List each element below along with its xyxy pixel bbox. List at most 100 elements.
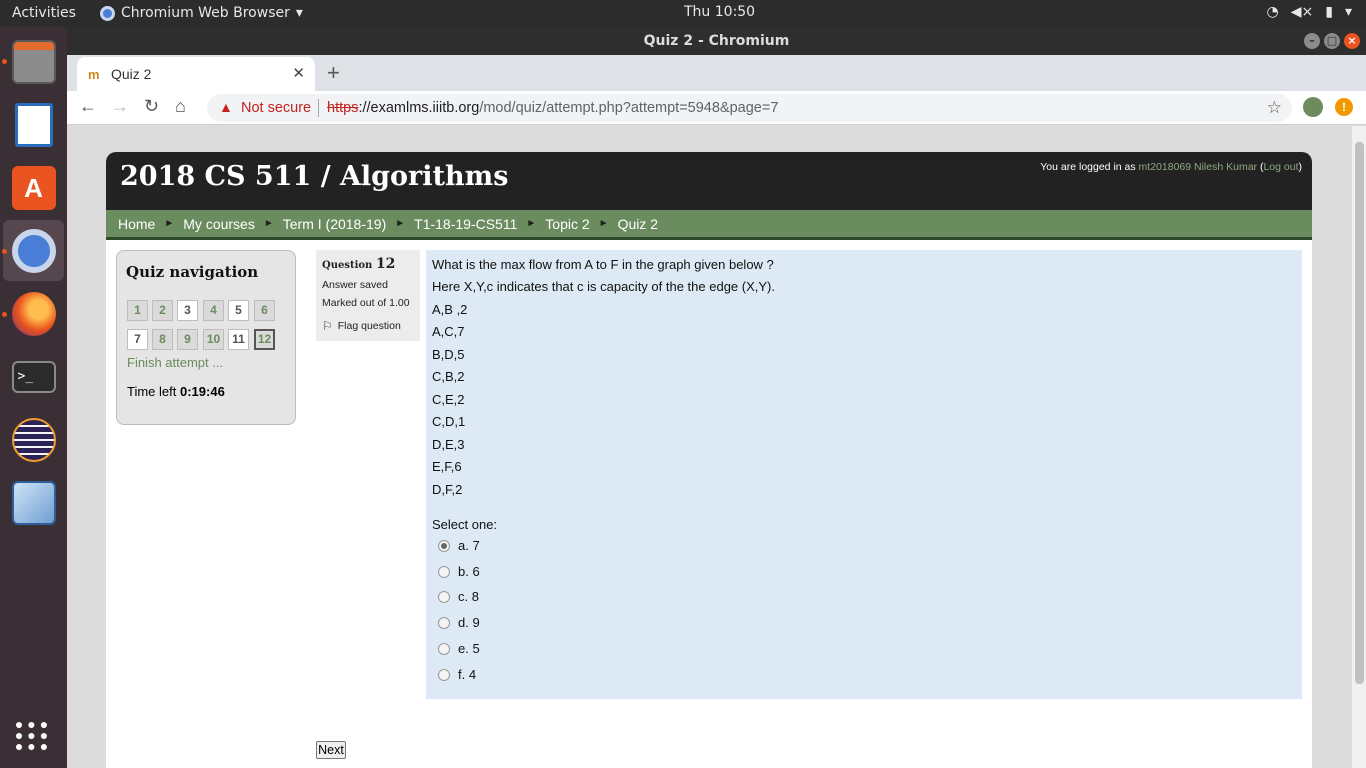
warning-icon[interactable]: ▲ bbox=[219, 99, 233, 115]
answer-option-b[interactable]: b. 6 bbox=[438, 564, 480, 579]
radio-button[interactable] bbox=[438, 616, 450, 629]
new-tab-button[interactable]: + bbox=[327, 60, 340, 86]
select-one-prompt: Select one: bbox=[432, 517, 498, 532]
breadcrumb-separator-icon: ► bbox=[526, 218, 537, 229]
page-scrollbar[interactable] bbox=[1352, 126, 1366, 768]
logout-close: ) bbox=[1298, 161, 1303, 173]
breadcrumb-separator-icon: ► bbox=[395, 218, 406, 229]
profile-avatar[interactable] bbox=[1303, 97, 1323, 117]
dock-terminal[interactable]: >_ bbox=[3, 346, 64, 407]
question-text-line: A,B ,2 bbox=[432, 302, 468, 317]
answer-option-e[interactable]: e. 5 bbox=[438, 641, 480, 656]
clock[interactable]: Thu 10:50 bbox=[684, 4, 755, 20]
quiz-nav-button-1[interactable]: 1 bbox=[127, 300, 148, 321]
window-title: Quiz 2 - Chromium bbox=[643, 33, 790, 49]
tab-quiz[interactable]: m Quiz 2 ✕ bbox=[77, 57, 315, 91]
breadcrumb-topic[interactable]: Topic 2 bbox=[545, 216, 589, 232]
breadcrumb-course[interactable]: T1-18-19-CS511 bbox=[414, 216, 517, 232]
radio-button[interactable] bbox=[438, 590, 450, 603]
answer-option-label: f. 4 bbox=[458, 667, 477, 682]
chromium-icon bbox=[100, 5, 115, 21]
bookmark-star-icon[interactable]: ☆ bbox=[1267, 98, 1282, 118]
question-text-line: Here X,Y,c indicates that c is capacity … bbox=[432, 279, 775, 294]
quiz-nav-button-7[interactable]: 7 bbox=[127, 329, 148, 350]
dock-show-applications[interactable]: ●●● ●●● ●●● bbox=[3, 705, 64, 766]
address-bar[interactable]: ▲ Not secure https://examlms.iiitb.org/m… bbox=[207, 94, 1292, 122]
dock-software-center[interactable]: A bbox=[3, 157, 64, 218]
quiz-nav-button-8[interactable]: 8 bbox=[152, 329, 173, 350]
window-controls: – □ × bbox=[1304, 33, 1360, 49]
grid-icon: ●●● ●●● ●●● bbox=[14, 716, 53, 754]
question-label: Question bbox=[322, 260, 376, 271]
answer-option-label: e. 5 bbox=[458, 641, 480, 656]
files-icon bbox=[11, 39, 56, 84]
timer: Time left 0:19:46 bbox=[127, 384, 225, 399]
divider bbox=[318, 99, 319, 117]
finish-attempt-link[interactable]: Finish attempt ... bbox=[127, 355, 223, 370]
quiz-nav-button-5[interactable]: 5 bbox=[228, 300, 249, 321]
maximize-button[interactable]: □ bbox=[1324, 33, 1340, 49]
radio-button[interactable] bbox=[438, 565, 450, 578]
dock-firefox[interactable] bbox=[3, 283, 64, 344]
answer-option-a[interactable]: a. 7 bbox=[438, 538, 480, 553]
quiz-nav-button-9[interactable]: 9 bbox=[177, 329, 198, 350]
wifi-icon: ◔ bbox=[1266, 4, 1279, 20]
next-page-button[interactable]: Next bbox=[316, 741, 346, 759]
chevron-down-icon: ▾ bbox=[295, 5, 303, 21]
back-button[interactable]: ← bbox=[79, 96, 97, 117]
breadcrumb-my-courses[interactable]: My courses bbox=[183, 216, 255, 232]
dock-libreoffice-writer[interactable] bbox=[3, 94, 64, 155]
app-menu[interactable]: Chromium Web Browser ▾ bbox=[100, 5, 303, 21]
reload-button[interactable]: ↻ bbox=[144, 96, 159, 117]
radio-button[interactable] bbox=[438, 668, 450, 681]
browser-toolbar: ← → ↻ ⌂ ▲ Not secure https://examlms.iii… bbox=[67, 91, 1366, 125]
url-text[interactable]: https://examlms.iiitb.org/mod/quiz/attem… bbox=[327, 100, 778, 116]
breadcrumb-home[interactable]: Home bbox=[118, 216, 155, 232]
radio-button-selected[interactable] bbox=[438, 539, 450, 552]
breadcrumb-separator-icon: ► bbox=[164, 218, 175, 229]
breadcrumb-term[interactable]: Term I (2018-19) bbox=[283, 216, 386, 232]
software-center-icon: A bbox=[11, 165, 56, 210]
question-number: Question 12 bbox=[322, 256, 395, 272]
flag-question-button[interactable]: ⚐ Flag question bbox=[322, 319, 401, 333]
app-menu-label: Chromium Web Browser bbox=[121, 5, 290, 21]
question-text-line: D,E,3 bbox=[432, 437, 465, 452]
quiz-nav-button-4[interactable]: 4 bbox=[203, 300, 224, 321]
answer-option-c[interactable]: c. 8 bbox=[438, 589, 479, 604]
url-scheme: https bbox=[327, 100, 359, 116]
moodle-page: 2018 CS 511 / Algorithms You are logged … bbox=[106, 152, 1312, 768]
user-profile-link[interactable]: mt2018069 Nilesh Kumar bbox=[1139, 161, 1257, 173]
quiz-nav-button-12[interactable]: 12 bbox=[254, 329, 275, 350]
radio-button[interactable] bbox=[438, 642, 450, 655]
system-tray[interactable]: ◔ ◀× ▮ ▾ bbox=[1267, 4, 1352, 20]
logout-link[interactable]: Log out bbox=[1263, 161, 1298, 173]
quiz-navigation-title: Quiz navigation bbox=[126, 263, 259, 281]
window-titlebar[interactable]: Quiz 2 - Chromium – □ × bbox=[67, 27, 1366, 55]
dock-virtualbox[interactable] bbox=[3, 472, 64, 533]
quiz-nav-button-11[interactable]: 11 bbox=[228, 329, 249, 350]
running-indicator bbox=[2, 249, 7, 254]
dock-files[interactable] bbox=[3, 31, 64, 92]
close-window-button[interactable]: × bbox=[1344, 33, 1360, 49]
not-secure-label[interactable]: Not secure bbox=[241, 100, 311, 116]
breadcrumb-quiz[interactable]: Quiz 2 bbox=[618, 216, 658, 232]
alert-icon[interactable]: ! bbox=[1335, 98, 1353, 116]
question-text-line: D,F,2 bbox=[432, 482, 463, 497]
quiz-nav-button-3[interactable]: 3 bbox=[177, 300, 198, 321]
activities-button[interactable]: Activities bbox=[12, 5, 76, 21]
answer-option-label: b. 6 bbox=[458, 564, 480, 579]
close-tab-icon[interactable]: ✕ bbox=[292, 64, 305, 82]
answer-option-d[interactable]: d. 9 bbox=[438, 615, 480, 630]
quiz-nav-button-6[interactable]: 6 bbox=[254, 300, 275, 321]
answer-option-f[interactable]: f. 4 bbox=[438, 667, 476, 682]
breadcrumb-separator-icon: ► bbox=[263, 218, 274, 229]
minimize-button[interactable]: – bbox=[1304, 33, 1320, 49]
forward-button[interactable]: → bbox=[111, 96, 129, 117]
terminal-icon: >_ bbox=[11, 360, 56, 393]
home-button[interactable]: ⌂ bbox=[175, 96, 186, 117]
quiz-nav-button-2[interactable]: 2 bbox=[152, 300, 173, 321]
dock-chromium[interactable] bbox=[3, 220, 64, 281]
dock-eclipse[interactable] bbox=[3, 409, 64, 470]
scrollbar-thumb[interactable] bbox=[1355, 142, 1364, 684]
quiz-nav-button-10[interactable]: 10 bbox=[203, 329, 224, 350]
